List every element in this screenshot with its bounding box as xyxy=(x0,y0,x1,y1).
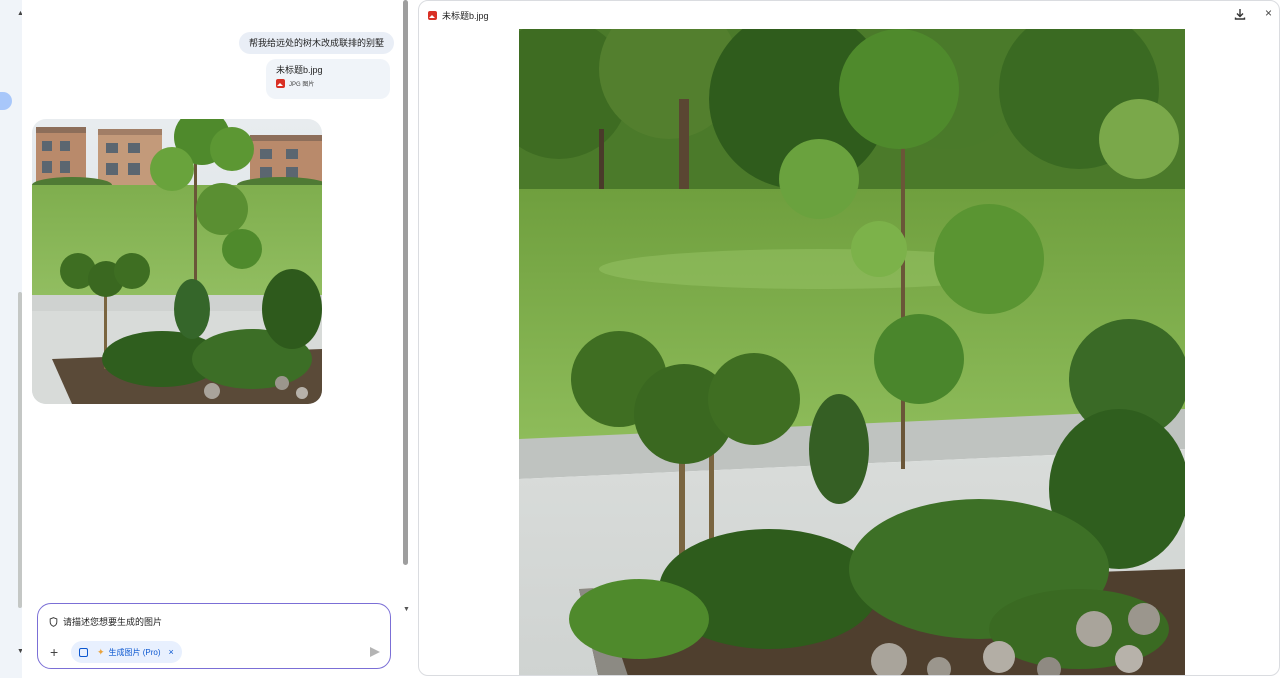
chat-scrollbar[interactable] xyxy=(403,0,408,565)
active-nav-indicator[interactable] xyxy=(0,92,12,110)
user-message: 帮我给远处的树木改成联排的别墅 xyxy=(238,32,394,54)
generated-image[interactable] xyxy=(32,119,322,404)
generated-image-graphic xyxy=(32,119,322,404)
prompt-composer[interactable]: 请描述您想要生成的图片 + ✦ 生成图片 (Pro) × xyxy=(37,603,391,669)
close-viewer-button[interactable]: × xyxy=(1265,6,1272,20)
image-tool-icon xyxy=(79,647,88,657)
send-icon[interactable] xyxy=(370,647,380,657)
shield-icon xyxy=(49,616,58,627)
image-file-icon xyxy=(276,79,285,88)
attachment-chip[interactable]: 未标题b.jpg JPG 图片 xyxy=(266,59,390,99)
app-window: ▲ ▼ 帮我给远处的树木改成联排的别墅 未标题b.jpg JPG 图片 请描述您… xyxy=(0,0,1280,678)
prompt-row[interactable]: 请描述您想要生成的图片 xyxy=(49,615,162,628)
prompt-input[interactable]: 请描述您想要生成的图片 xyxy=(63,615,162,628)
chat-scroll-down-icon[interactable]: ▼ xyxy=(403,606,410,613)
image-file-icon xyxy=(428,10,437,20)
image-viewer-panel: 未标题b.jpg × xyxy=(418,0,1280,676)
remove-tool-icon[interactable]: × xyxy=(169,647,174,657)
attachment-file-name: 未标题b.jpg xyxy=(276,65,323,75)
left-rail: ▲ ▼ xyxy=(0,0,24,678)
viewer-image[interactable] xyxy=(519,29,1185,675)
attachment-file-type: JPG 图片 xyxy=(289,82,315,88)
image-generation-tool-chip[interactable]: ✦ 生成图片 (Pro) × xyxy=(71,641,182,663)
add-attachment-button[interactable]: + xyxy=(50,645,58,659)
viewer-image-graphic xyxy=(519,29,1185,675)
chat-panel: 帮我给远处的树木改成联排的别墅 未标题b.jpg JPG 图片 请描述您想要生成… xyxy=(22,0,408,678)
viewer-header: 未标题b.jpg xyxy=(419,1,1279,29)
tool-chip-label: 生成图片 (Pro) xyxy=(108,647,161,657)
download-icon[interactable] xyxy=(1233,7,1247,21)
viewer-title: 未标题b.jpg xyxy=(442,10,489,21)
banana-icon: ✦ xyxy=(97,646,105,657)
